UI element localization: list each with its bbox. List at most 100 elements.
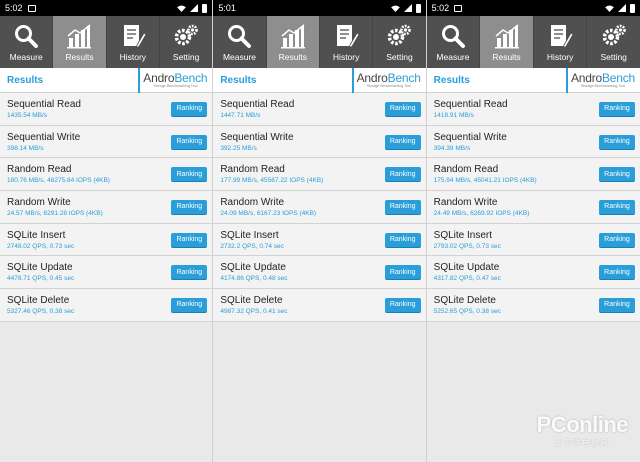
ranking-button[interactable]: Ranking	[171, 134, 208, 149]
results-header: Results AndroBench Storage Benchmarking …	[0, 67, 213, 93]
tab-measure[interactable]: Measure	[427, 16, 481, 68]
result-name: SQLite Insert	[7, 229, 66, 241]
logo-tagline: Storage Benchmarking Tool	[366, 83, 411, 88]
ranking-button[interactable]: Ranking	[384, 167, 421, 182]
ranking-button[interactable]: Ranking	[598, 232, 635, 247]
tab-label: Measure	[9, 51, 43, 62]
ranking-button[interactable]: Ranking	[384, 297, 421, 312]
ranking-button[interactable]: Ranking	[598, 167, 635, 182]
phone-screen-1: 5:02 Measure Results History Setting Res…	[0, 0, 214, 462]
ranking-button[interactable]: Ranking	[598, 101, 635, 116]
bar-chart-icon	[494, 23, 519, 48]
pconline-watermark: PConline 太平洋电脑网	[537, 412, 629, 448]
result-name: Random Read	[433, 164, 499, 176]
ranking-button[interactable]: Ranking	[598, 199, 635, 214]
result-value: 2748.02 QPS, 0.73 sec	[7, 242, 75, 250]
magnifier-icon	[15, 24, 39, 48]
result-name: SQLite Update	[220, 262, 286, 274]
result-row-random-write: Random Write 24.57 MB/s, 6291.28 IOPS (4K…	[0, 191, 213, 224]
tab-measure[interactable]: Measure	[213, 16, 267, 68]
tab-history[interactable]: History	[534, 16, 588, 68]
result-value: 4174.86 QPS, 0.48 sec	[220, 275, 288, 283]
result-name: Sequential Read	[7, 98, 81, 110]
ranking-button[interactable]: Ranking	[171, 101, 208, 116]
tab-label: Results	[278, 51, 307, 62]
tab-results[interactable]: Results	[480, 16, 534, 68]
ranking-button[interactable]: Ranking	[598, 265, 635, 280]
tab-setting[interactable]: Setting	[587, 16, 640, 68]
ranking-button[interactable]: Ranking	[384, 199, 421, 214]
result-row-sqlite-insert: SQLite Insert 2793.02 QPS, 0.73 sec Ranki…	[426, 223, 640, 257]
phone-screen-2: 5:01 Measure Results History Setting Res…	[213, 0, 427, 462]
ranking-button[interactable]: Ranking	[171, 199, 208, 214]
result-row-sqlite-update: SQLite Update 4174.86 QPS, 0.48 sec Ranki…	[213, 256, 426, 290]
results-header: Results AndroBench Storage Benchmarking …	[426, 67, 640, 93]
signal-icon	[617, 4, 626, 12]
tab-label: History	[119, 51, 147, 62]
logo-bench: Bench	[601, 70, 636, 85]
ranking-button[interactable]: Ranking	[171, 265, 208, 280]
tab-setting[interactable]: Setting	[160, 16, 212, 68]
result-row-sequential-read: Sequential Read 1447.71 MB/s Ranking	[213, 93, 426, 126]
tab-history[interactable]: History	[320, 16, 374, 68]
result-value: 24.49 MB/s, 6269.92 IOPS (4KB)	[433, 209, 530, 217]
ranking-button[interactable]: Ranking	[171, 167, 208, 182]
result-value: 392.25 MB/s	[220, 144, 257, 152]
wifi-icon	[390, 4, 400, 12]
results-list: Sequential Read 1418.91 MB/s Ranking Sequ…	[426, 93, 640, 322]
result-value: 394.39 MB/s	[433, 144, 471, 152]
result-name: Random Write	[433, 196, 498, 208]
tab-history[interactable]: History	[107, 16, 160, 68]
logo-andro: Andro	[570, 70, 602, 85]
ranking-button[interactable]: Ranking	[384, 101, 421, 116]
result-row-random-read: Random Read 175.94 MB/s, 45041.21 IOPS (4…	[426, 158, 640, 192]
status-time: 5:01	[218, 3, 236, 13]
result-name: Sequential Read	[220, 98, 295, 110]
logo-bench: Bench	[174, 70, 208, 85]
result-value: 4317.82 QPS, 0.47 sec	[433, 275, 501, 283]
magnifier-icon	[228, 24, 252, 48]
results-title: Results	[220, 74, 257, 86]
tab-measure[interactable]: Measure	[0, 16, 54, 68]
tab-label: Results	[492, 51, 521, 62]
result-row-sequential-write: Sequential Write 394.39 MB/s Ranking	[426, 125, 640, 159]
status-bar: 5:01	[213, 0, 426, 16]
tab-label: Measure	[436, 51, 470, 62]
logo-andro: Andro	[356, 70, 388, 85]
status-bar: 5:02	[426, 0, 640, 16]
ranking-button[interactable]: Ranking	[598, 134, 635, 149]
tab-setting[interactable]: Setting	[373, 16, 425, 68]
results-title: Results	[7, 74, 44, 86]
result-value: 1418.91 MB/s	[433, 111, 474, 119]
gears-icon	[388, 24, 412, 45]
result-name: SQLite Delete	[220, 294, 283, 306]
ranking-button[interactable]: Ranking	[598, 297, 635, 312]
result-name: SQLite Insert	[433, 229, 493, 241]
ranking-button[interactable]: Ranking	[384, 232, 421, 247]
signal-icon	[403, 4, 412, 12]
tab-results[interactable]: Results	[266, 16, 320, 68]
gallery-notification-icon	[27, 4, 36, 12]
results-list: Sequential Read 1435.54 MB/s Ranking Sequ…	[0, 93, 213, 322]
result-value: 5252.65 QPS, 0.38 sec	[433, 307, 501, 315]
tab-label: History	[546, 51, 574, 62]
androbench-logo: AndroBench Storage Benchmarking Tool	[138, 67, 210, 93]
logo-tagline: Storage Benchmarking Tool	[580, 83, 626, 88]
result-row-sqlite-delete: SQLite Delete 5327.46 QPS, 0.38 sec Ranki…	[0, 289, 213, 322]
tab-label: Setting	[600, 51, 627, 62]
result-name: Sequential Write	[7, 131, 81, 143]
result-row-sqlite-delete: SQLite Delete 5252.65 QPS, 0.38 sec Ranki…	[426, 289, 640, 322]
result-name: Random Read	[220, 164, 285, 176]
ranking-button[interactable]: Ranking	[384, 134, 421, 149]
ranking-button[interactable]: Ranking	[384, 265, 421, 280]
tab-label: Results	[65, 51, 94, 62]
results-header: Results AndroBench Storage Benchmarking …	[213, 67, 426, 93]
ranking-button[interactable]: Ranking	[171, 297, 208, 312]
battery-icon	[415, 3, 421, 13]
battery-icon	[629, 3, 635, 13]
result-value: 24.57 MB/s, 6291.28 IOPS (4KB)	[7, 209, 103, 217]
tab-results[interactable]: Results	[53, 16, 107, 68]
ranking-button[interactable]: Ranking	[171, 232, 208, 247]
result-name: SQLite Update	[7, 262, 73, 274]
result-value: 1435.54 MB/s	[7, 111, 48, 119]
